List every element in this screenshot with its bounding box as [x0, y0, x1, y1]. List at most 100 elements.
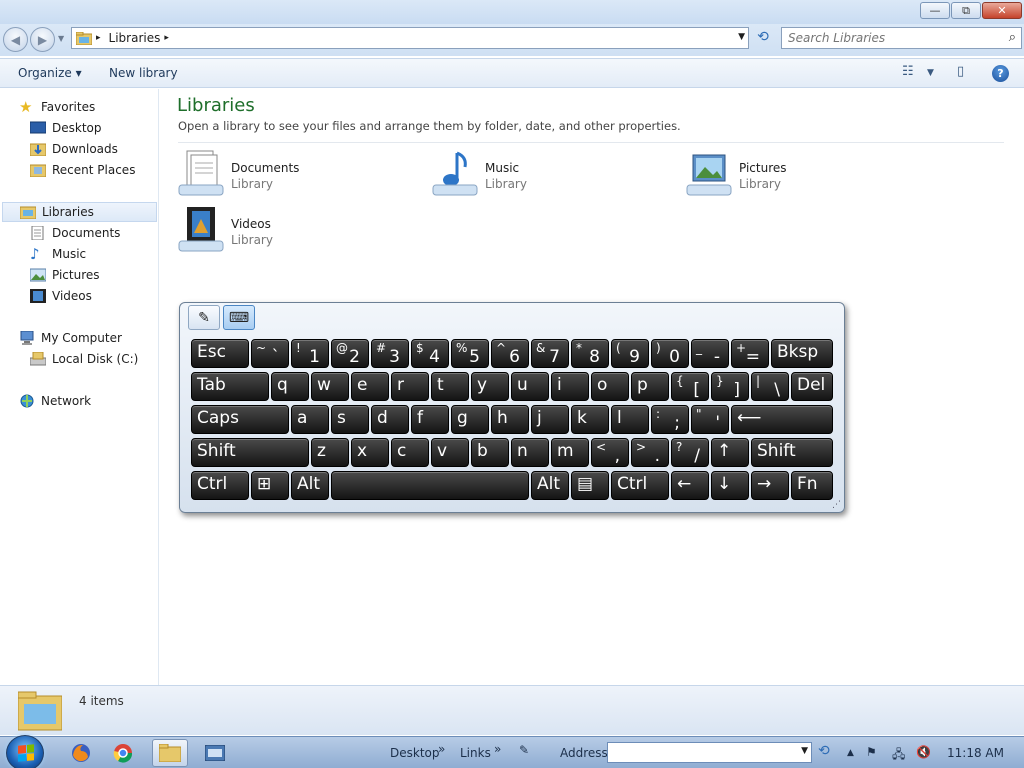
- desktop-toolbar[interactable]: Desktop: [390, 746, 440, 760]
- key[interactable]: ⟵: [731, 405, 833, 434]
- key[interactable]: ? /: [671, 438, 709, 467]
- key[interactable]: i: [551, 372, 589, 401]
- key[interactable]: }]: [711, 372, 749, 401]
- key[interactable]: | \: [751, 372, 789, 401]
- key[interactable]: g: [451, 405, 489, 434]
- taskbar-explorer[interactable]: [152, 739, 188, 767]
- key[interactable]: f: [411, 405, 449, 434]
- key[interactable]: Del: [791, 372, 833, 401]
- key[interactable]: j: [531, 405, 569, 434]
- key[interactable]: p: [631, 372, 669, 401]
- key[interactable]: ←: [671, 471, 709, 500]
- key[interactable]: $4: [411, 339, 449, 368]
- action-center-icon[interactable]: ⚑: [866, 745, 877, 759]
- key[interactable]: s: [331, 405, 369, 434]
- start-button[interactable]: [6, 735, 44, 768]
- key[interactable]: [331, 471, 529, 500]
- sidebar-item-recent-places[interactable]: Recent Places: [30, 160, 135, 180]
- key[interactable]: c: [391, 438, 429, 467]
- back-button[interactable]: ◀: [3, 27, 28, 52]
- key[interactable]: q: [271, 372, 309, 401]
- sidebar-item-local-disk[interactable]: Local Disk (C:): [30, 349, 138, 369]
- search-input[interactable]: [788, 31, 998, 45]
- library-item-videos[interactable]: Videos Library: [177, 205, 377, 257]
- key[interactable]: {[: [671, 372, 709, 401]
- key[interactable]: Ctrl: [611, 471, 669, 500]
- links-toolbar[interactable]: Links: [460, 746, 491, 760]
- key[interactable]: t: [431, 372, 469, 401]
- help-button[interactable]: ?: [992, 65, 1009, 82]
- forward-button[interactable]: ▶: [30, 27, 55, 52]
- volume-muted-icon[interactable]: 🔇: [916, 745, 931, 759]
- key[interactable]: ~ `: [251, 339, 289, 368]
- maximize-button[interactable]: ⧉: [951, 2, 981, 19]
- go-refresh-icon[interactable]: ⟲: [818, 743, 830, 759]
- close-button[interactable]: ✕: [982, 2, 1022, 19]
- sidebar-item-documents[interactable]: Documents: [30, 223, 120, 243]
- key[interactable]: (9: [611, 339, 649, 368]
- handwriting-mode-button[interactable]: ✎: [188, 305, 220, 330]
- key[interactable]: Alt: [291, 471, 329, 500]
- key[interactable]: ^ 6: [491, 339, 529, 368]
- breadcrumb-separator[interactable]: ▸: [96, 33, 101, 43]
- key[interactable]: @2: [331, 339, 369, 368]
- minimize-button[interactable]: —: [920, 2, 950, 19]
- sidebar-item-videos[interactable]: Videos: [30, 286, 92, 306]
- sidebar-item-favorites[interactable]: ★ Favorites: [19, 97, 95, 117]
- taskbar-address-input[interactable]: ▼: [607, 742, 812, 763]
- taskbar-osk[interactable]: [197, 739, 233, 767]
- key[interactable]: Tab: [191, 372, 269, 401]
- key[interactable]: x: [351, 438, 389, 467]
- new-library-button[interactable]: New library: [109, 66, 178, 80]
- key[interactable]: r: [391, 372, 429, 401]
- network-status-icon[interactable]: 🖧: [892, 745, 905, 766]
- key[interactable]: d: [371, 405, 409, 434]
- recent-pages-dropdown[interactable]: ▼: [58, 34, 64, 43]
- taskbar-chrome[interactable]: [105, 739, 141, 767]
- key[interactable]: ⊞: [251, 471, 289, 500]
- breadcrumb-separator[interactable]: ▸: [164, 33, 169, 43]
- key[interactable]: u: [511, 372, 549, 401]
- key[interactable]: Shift: [191, 438, 309, 467]
- key[interactable]: _ -: [691, 339, 729, 368]
- key[interactable]: a: [291, 405, 329, 434]
- taskbar-firefox[interactable]: [63, 739, 99, 767]
- sidebar-item-my-computer[interactable]: My Computer: [19, 328, 122, 348]
- sidebar-item-libraries[interactable]: Libraries: [2, 202, 157, 222]
- refresh-icon[interactable]: ⟲: [752, 29, 774, 47]
- key[interactable]: h: [491, 405, 529, 434]
- key[interactable]: m: [551, 438, 589, 467]
- key[interactable]: v: [431, 438, 469, 467]
- sidebar-item-music[interactable]: ♪ Music: [30, 244, 86, 264]
- key[interactable]: Alt: [531, 471, 569, 500]
- key[interactable]: <,: [591, 438, 629, 467]
- key[interactable]: " ': [691, 405, 729, 434]
- key[interactable]: n: [511, 438, 549, 467]
- key[interactable]: Ctrl: [191, 471, 249, 500]
- key[interactable]: y: [471, 372, 509, 401]
- toolbar-chevron-icon[interactable]: »: [438, 742, 445, 756]
- key[interactable]: ! 1: [291, 339, 329, 368]
- clock[interactable]: 11:18 AM: [947, 746, 1004, 760]
- key[interactable]: k: [571, 405, 609, 434]
- search-icon[interactable]: ⌕: [1009, 30, 1016, 45]
- key[interactable]: Bksp: [771, 339, 833, 368]
- keyboard-mode-button[interactable]: ⌨: [223, 305, 255, 330]
- quick-launch-icon[interactable]: ✎: [519, 743, 529, 757]
- key[interactable]: w: [311, 372, 349, 401]
- key[interactable]: >.: [631, 438, 669, 467]
- key[interactable]: * 8: [571, 339, 609, 368]
- key[interactable]: Shift: [751, 438, 833, 467]
- key[interactable]: o: [591, 372, 629, 401]
- sidebar-item-network[interactable]: Network: [19, 391, 91, 411]
- sidebar-item-pictures[interactable]: Pictures: [30, 265, 100, 285]
- sidebar-item-downloads[interactable]: Downloads: [30, 139, 118, 159]
- key[interactable]: Fn: [791, 471, 833, 500]
- address-bar[interactable]: ▸ Libraries ▸ ▼: [71, 27, 749, 49]
- key[interactable]: ) 0: [651, 339, 689, 368]
- key[interactable]: & 7: [531, 339, 569, 368]
- organize-button[interactable]: Organize ▾: [18, 66, 82, 80]
- key[interactable]: :;: [651, 405, 689, 434]
- key[interactable]: b: [471, 438, 509, 467]
- key[interactable]: →: [751, 471, 789, 500]
